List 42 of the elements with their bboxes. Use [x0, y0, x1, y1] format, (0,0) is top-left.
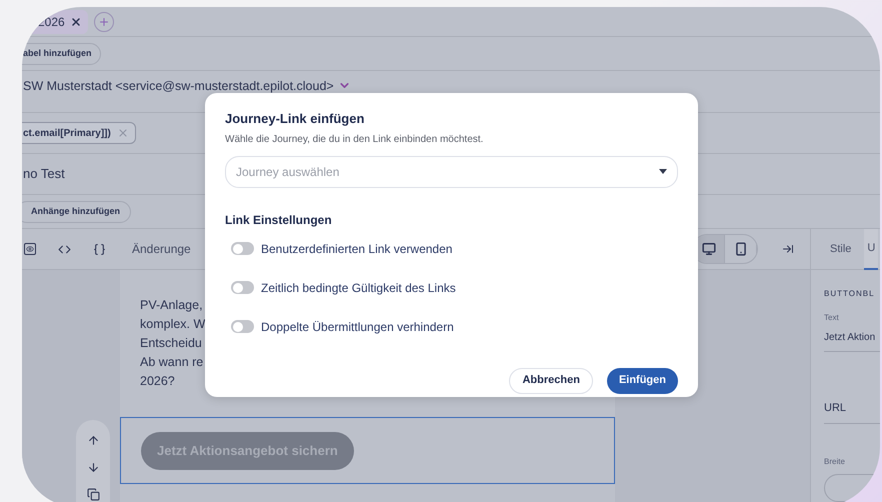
code-icon[interactable]	[58, 242, 71, 256]
preview-icon[interactable]	[24, 243, 36, 255]
panel-tab[interactable]: U	[864, 228, 878, 270]
toggle-switch[interactable]	[231, 242, 254, 255]
select-placeholder: Journey auswählen	[236, 164, 340, 180]
field-label: Breite	[824, 456, 846, 468]
body-text-line: komplex. W	[140, 316, 206, 333]
toggle-switch[interactable]	[231, 320, 254, 333]
sender-address: SW Musterstadt <service@sw-musterstadt.epilot.cloud>	[23, 79, 334, 94]
panel-tab[interactable]: Stile	[827, 228, 854, 270]
phone-icon	[734, 242, 748, 256]
add-icon[interactable]	[94, 12, 114, 32]
recipient-label: ct.email[Primary]])	[23, 126, 111, 140]
move-down-icon[interactable]	[86, 461, 100, 474]
toggle-label: Doppelte Übermittlungen verhindern	[261, 318, 454, 336]
cancel-button[interactable]: Abbrechen	[509, 368, 593, 394]
subject-text: no Test	[23, 165, 65, 184]
add-attachments-button[interactable]: Anhänge hinzufügen	[22, 200, 131, 222]
dropdown-caret-icon	[659, 169, 667, 174]
body-text-line: Ab wann re	[140, 354, 204, 371]
close-icon[interactable]	[70, 16, 82, 28]
insert-button[interactable]: Einfügen	[606, 368, 678, 394]
body-text-line: PV-Anlage,	[140, 297, 203, 314]
field-label: Text	[824, 312, 840, 324]
toggle-switch[interactable]	[231, 281, 254, 294]
text-field[interactable]: Jetzt Aktion	[824, 330, 880, 352]
add-label-button[interactable]: abel hinzufügen	[22, 42, 100, 64]
section-heading: Link Einstellungen	[225, 212, 333, 228]
toggle-label: Benutzerdefinierten Link verwenden	[261, 240, 452, 258]
section-label: BUTTONBL	[824, 288, 876, 300]
toggle-label: Zeitlich bedingte Gültigkeit des Links	[261, 280, 456, 296]
dialog-subtitle: Wähle die Journey, die du in den Link einbinden möchtest.	[225, 132, 484, 146]
dialog-title: Journey-Link einfügen	[225, 110, 366, 128]
body-text-line: 2026?	[140, 373, 175, 390]
url-field[interactable]: URL	[824, 400, 880, 424]
move-up-icon[interactable]	[86, 434, 100, 447]
copy-icon[interactable]	[86, 488, 100, 501]
changes-label[interactable]: Änderunge	[132, 240, 191, 258]
braces-icon[interactable]	[93, 242, 106, 256]
collapse-icon[interactable]	[782, 243, 794, 255]
body-text-line: Entscheidu	[140, 335, 202, 352]
monitor-icon	[702, 242, 716, 256]
